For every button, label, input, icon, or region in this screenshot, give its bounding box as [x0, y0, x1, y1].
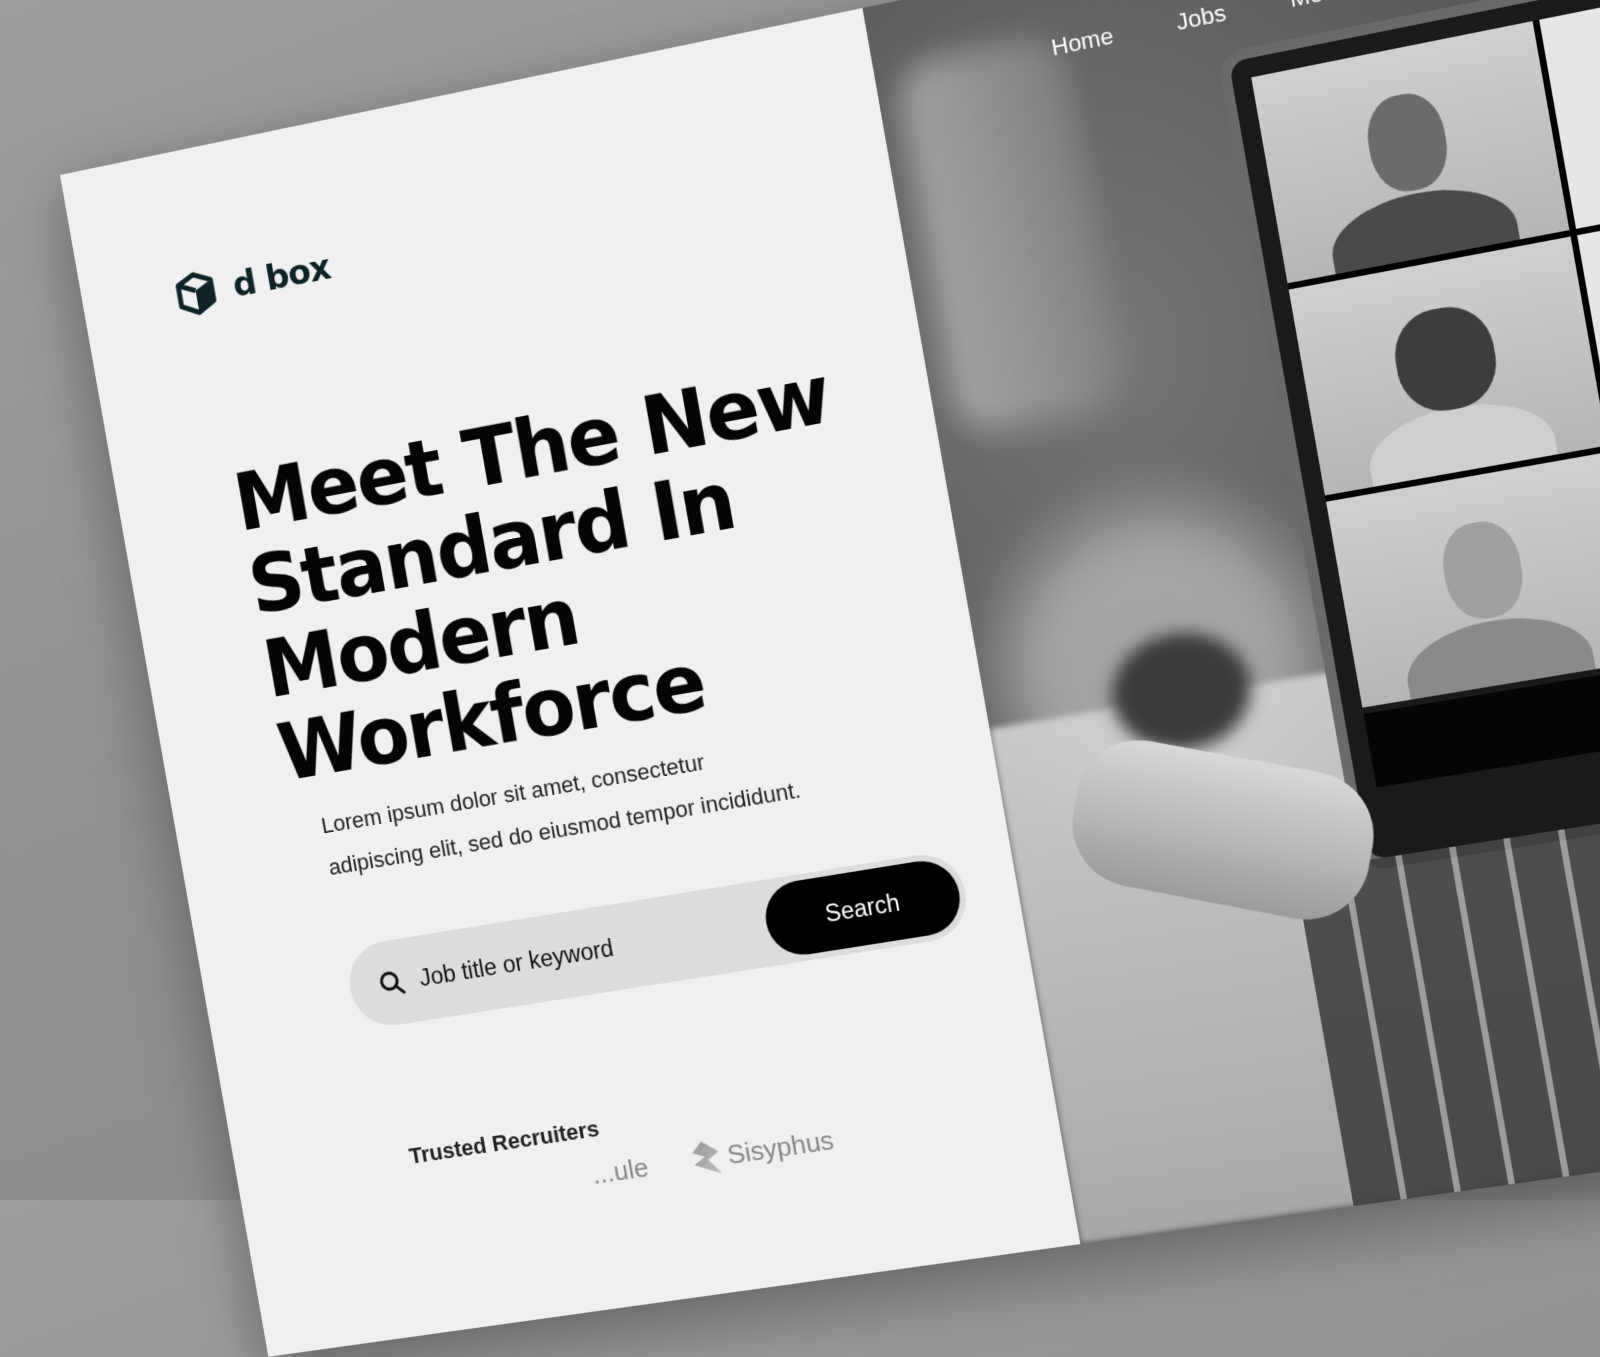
- search-bar: Search: [342, 848, 973, 1032]
- nav-jobs[interactable]: Jobs: [1174, 0, 1228, 37]
- participant-tile: [1251, 21, 1570, 284]
- participant-head: [1436, 516, 1530, 625]
- participant-head: [1361, 87, 1454, 198]
- participant-head: [1387, 299, 1504, 419]
- recruiter-logo-name: Sisyphus: [724, 1123, 836, 1170]
- recruiter-logo: Sisyphus: [691, 1122, 837, 1177]
- search-icon: [377, 968, 407, 998]
- landing-page: d box Meet The New Standard In Modern Wo…: [60, 0, 1600, 1357]
- hero-title: Meet The New Standard In Modern Workforc…: [228, 344, 919, 800]
- brand-logo[interactable]: d box: [170, 244, 334, 321]
- trusted-recruiters-heading: Trusted Recruiters: [407, 1115, 601, 1169]
- cube-icon: [170, 266, 222, 320]
- participant-tile: [1326, 451, 1600, 708]
- brand-name: d box: [229, 246, 334, 307]
- recruiter-logos: ...ule Sisyphus: [589, 1122, 836, 1192]
- sisyphus-logo-icon: [691, 1139, 723, 1177]
- search-button[interactable]: Search: [759, 855, 966, 960]
- recruiter-logo: ...ule: [590, 1151, 651, 1190]
- participant-tile: [1288, 236, 1600, 496]
- search-input[interactable]: [415, 906, 779, 994]
- nav-messages[interactable]: Messages: [1287, 0, 1400, 14]
- nav-home[interactable]: Home: [1049, 22, 1115, 62]
- background-blur: [893, 31, 1126, 437]
- recruiter-logo-name: ...ule: [589, 1151, 651, 1190]
- stage: d box Meet The New Standard In Modern Wo…: [0, 0, 1600, 1357]
